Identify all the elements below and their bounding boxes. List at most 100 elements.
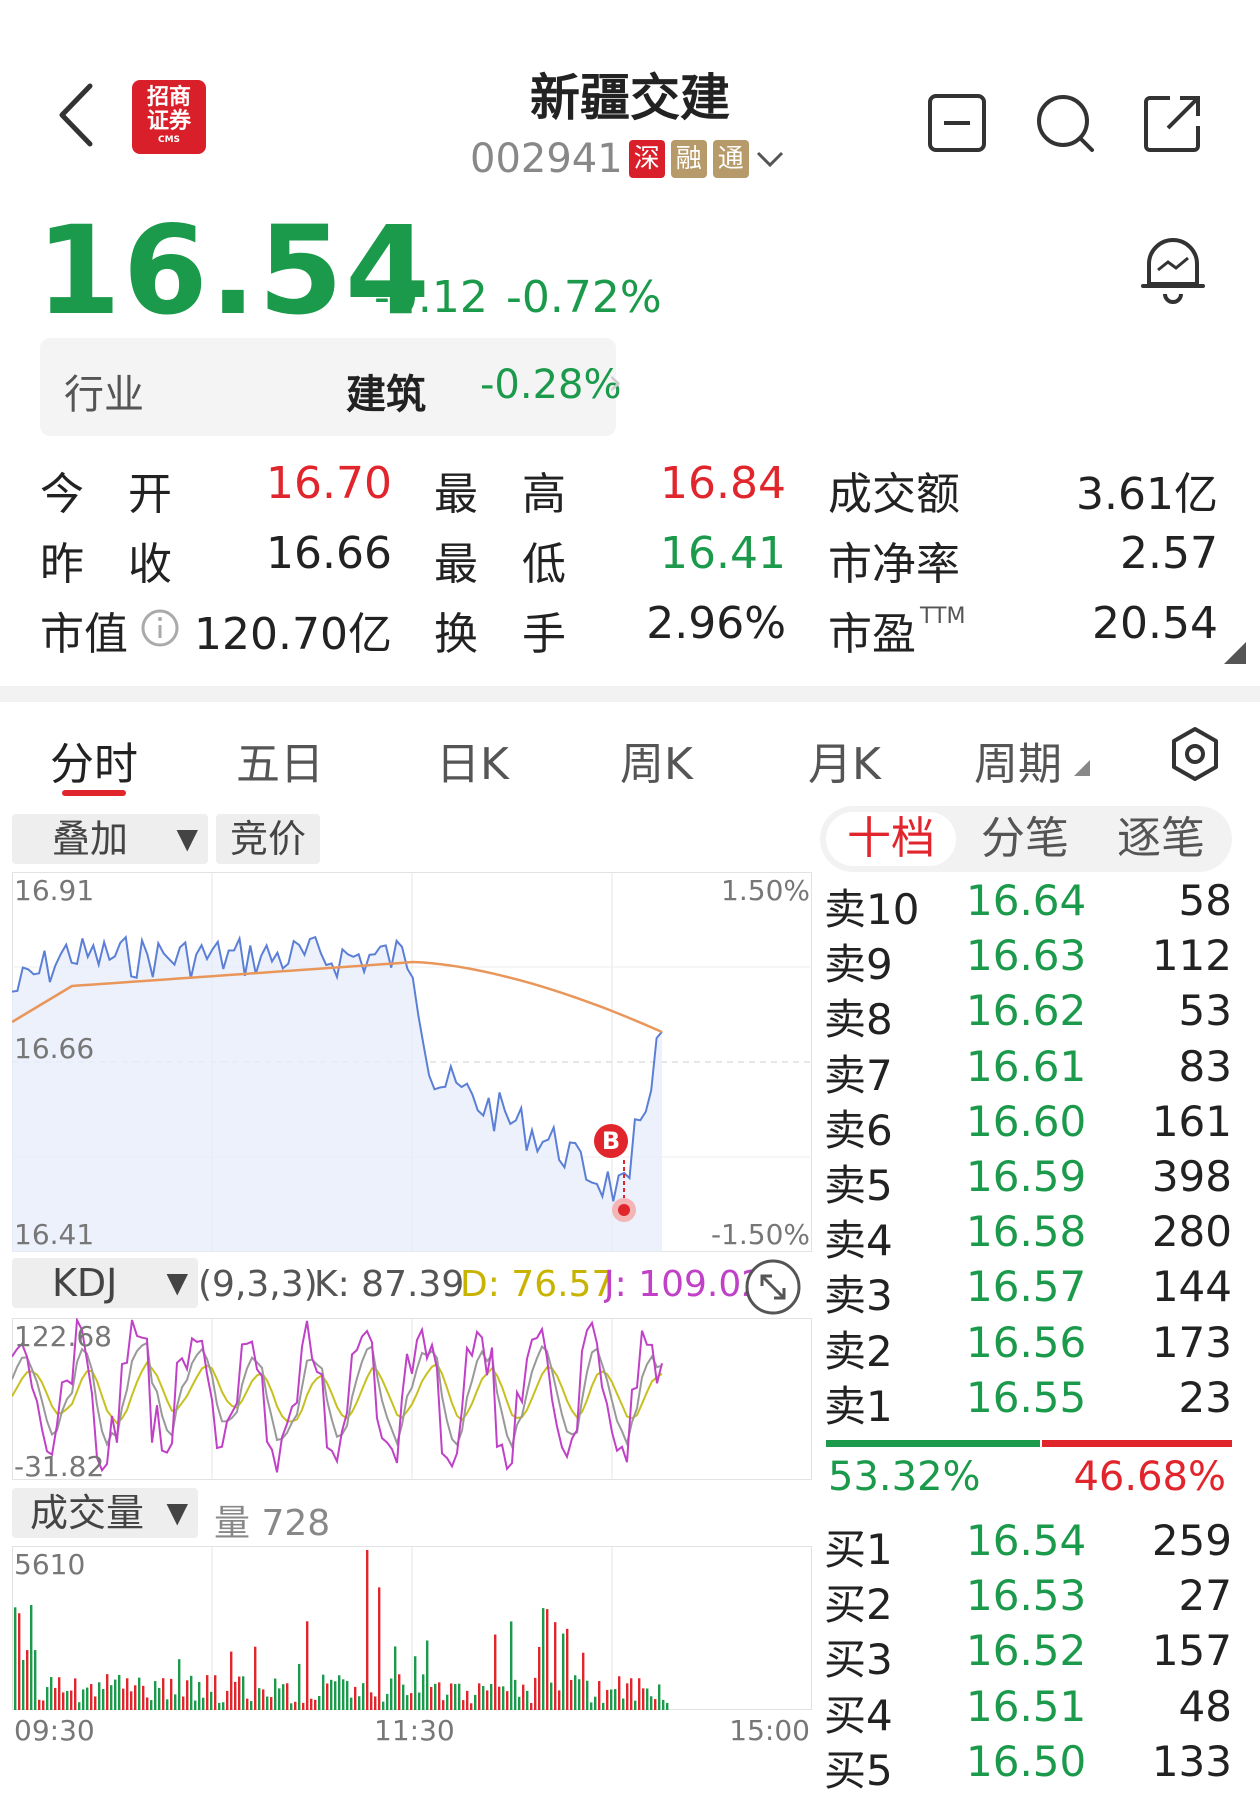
back-arrow-icon[interactable] (52, 80, 100, 150)
overlay-dropdown[interactable]: 叠加 ▼ (12, 814, 208, 864)
volume-bar (190, 1675, 193, 1710)
logo-line-2: 证券 (146, 109, 191, 134)
orderbook-row[interactable]: 卖1 16.55 23 (824, 1372, 1232, 1431)
tab-daily-k[interactable]: 日K (436, 728, 509, 792)
kdj-axis-top: 122.68 (14, 1320, 112, 1353)
kdj-chart[interactable] (12, 1318, 812, 1480)
volume-bar (618, 1676, 621, 1710)
volume-bar (514, 1679, 517, 1710)
volume-bar (158, 1687, 161, 1710)
volume-bar (522, 1684, 525, 1710)
tab-ten-levels[interactable]: 十档 (826, 812, 956, 866)
orderbook-row[interactable]: 卖2 16.56 173 (824, 1317, 1232, 1376)
level-volume: 157 (1151, 1626, 1232, 1676)
price-change: -0.12 (374, 272, 488, 323)
orderbook-row[interactable]: 买5 16.50 133 (824, 1737, 1232, 1795)
volume-bar (318, 1695, 321, 1710)
orderbook-row[interactable]: 卖4 16.58 280 (824, 1207, 1232, 1265)
auction-button[interactable]: 竞价 (216, 814, 321, 864)
orderbook-row[interactable]: 卖9 16.63 112 (824, 931, 1232, 989)
info-icon[interactable] (140, 608, 180, 648)
kdj-d-line (12, 1360, 663, 1425)
price-axis-mid: 16.66 (14, 1032, 95, 1065)
share-icon[interactable] (1142, 92, 1204, 154)
sell-ratio-bar (1042, 1440, 1232, 1447)
orderbook-row[interactable]: 买4 16.51 48 (824, 1682, 1232, 1740)
orderbook-row[interactable]: 卖5 16.59 398 (824, 1152, 1232, 1210)
kdj-dropdown[interactable]: KDJ ▼ (12, 1258, 198, 1308)
volume-bar (602, 1702, 605, 1710)
tab-weekly-k[interactable]: 周K (620, 728, 693, 792)
level-volume: 23 (1178, 1372, 1232, 1422)
tab-trades[interactable]: 逐笔 (1096, 812, 1226, 866)
volume-bar (662, 1699, 665, 1710)
level-price: 16.53 (966, 1571, 1087, 1621)
tab-five-day[interactable]: 五日 (236, 728, 324, 792)
orderbook-row[interactable]: 买3 16.52 157 (824, 1626, 1232, 1684)
orderbook-row[interactable]: 卖3 16.57 144 (824, 1262, 1232, 1320)
orderbook-row[interactable]: 卖8 16.62 53 (824, 986, 1232, 1044)
chevron-down-icon[interactable] (755, 149, 785, 169)
mcap-label: 市值 (40, 609, 128, 660)
volume-bar (434, 1683, 437, 1710)
tab-ticks[interactable]: 分笔 (960, 812, 1090, 866)
intraday-price-chart[interactable] (12, 872, 812, 1252)
volume-chart[interactable] (12, 1546, 812, 1710)
fullscreen-icon[interactable] (744, 1258, 802, 1316)
stock-code-row[interactable]: 002941 深 融 通 (470, 134, 785, 184)
orderbook-row[interactable]: 卖10 16.64 58 (824, 876, 1232, 934)
volume-bar (394, 1646, 397, 1710)
alert-bell-icon[interactable] (1138, 234, 1208, 306)
level-label: 卖5 (824, 1161, 893, 1210)
volume-bar (38, 1699, 41, 1710)
orderbook-row[interactable]: 卖6 16.60 161 (824, 1097, 1232, 1155)
volume-bar (174, 1694, 177, 1710)
logo-line-3: CMS (157, 135, 181, 145)
minus-square-icon[interactable] (926, 92, 988, 154)
buy-ratio-bar (826, 1440, 1040, 1447)
orderbook-row[interactable]: 卖7 16.61 83 (824, 1042, 1232, 1100)
volume-bar (450, 1683, 453, 1710)
volume-bar (382, 1701, 385, 1710)
level-price: 16.56 (966, 1317, 1087, 1367)
volume-bar (62, 1692, 65, 1710)
volume-bar (446, 1694, 449, 1710)
volume-bar (454, 1683, 457, 1710)
volume-bar (582, 1652, 585, 1710)
volume-dropdown[interactable]: 成交量 ▼ (12, 1488, 198, 1538)
volume-bar (250, 1701, 253, 1710)
expand-corner-icon[interactable] (1224, 642, 1246, 664)
volume-bar (162, 1678, 165, 1710)
volume-bar (218, 1702, 221, 1710)
volume-bar (194, 1700, 197, 1710)
orderbook-row[interactable]: 买2 16.53 27 (824, 1571, 1232, 1629)
volume-bar (122, 1688, 125, 1710)
tab-monthly-k[interactable]: 月K (808, 728, 881, 792)
tab-period[interactable]: 周期 (974, 728, 1062, 792)
chart-settings-icon[interactable] (1170, 726, 1220, 782)
dropdown-arrow-icon: ▼ (166, 1266, 188, 1299)
volume-bar (222, 1702, 225, 1710)
volume-bar (534, 1677, 537, 1710)
tab-intraday[interactable]: 分时 (50, 728, 138, 792)
volume-bar (34, 1650, 37, 1710)
volume-bar (170, 1678, 173, 1710)
industry-bar[interactable]: 行业 建筑 -0.28% › (40, 338, 622, 436)
orderbook-tabs: 十档 分笔 逐笔 (820, 806, 1232, 872)
volume-bar (90, 1684, 93, 1710)
volume-bar (590, 1702, 593, 1710)
volume-bar (258, 1688, 261, 1710)
open-value: 16.70 (266, 458, 392, 509)
orderbook-row[interactable]: 买1 16.54 259 (824, 1516, 1232, 1574)
industry-label: 行业 (64, 372, 144, 418)
buy-marker[interactable]: B (594, 1124, 628, 1158)
logo-line-1: 招商 (146, 85, 191, 110)
pe-label: 市盈 (828, 609, 916, 660)
volume-bar (338, 1675, 341, 1710)
volume-bar (70, 1690, 73, 1710)
buy-ratio: 53.32% (828, 1454, 981, 1500)
volume-bar (198, 1682, 201, 1710)
level-volume: 144 (1151, 1262, 1232, 1312)
volume-bar (306, 1621, 309, 1710)
search-icon[interactable] (1034, 92, 1096, 154)
